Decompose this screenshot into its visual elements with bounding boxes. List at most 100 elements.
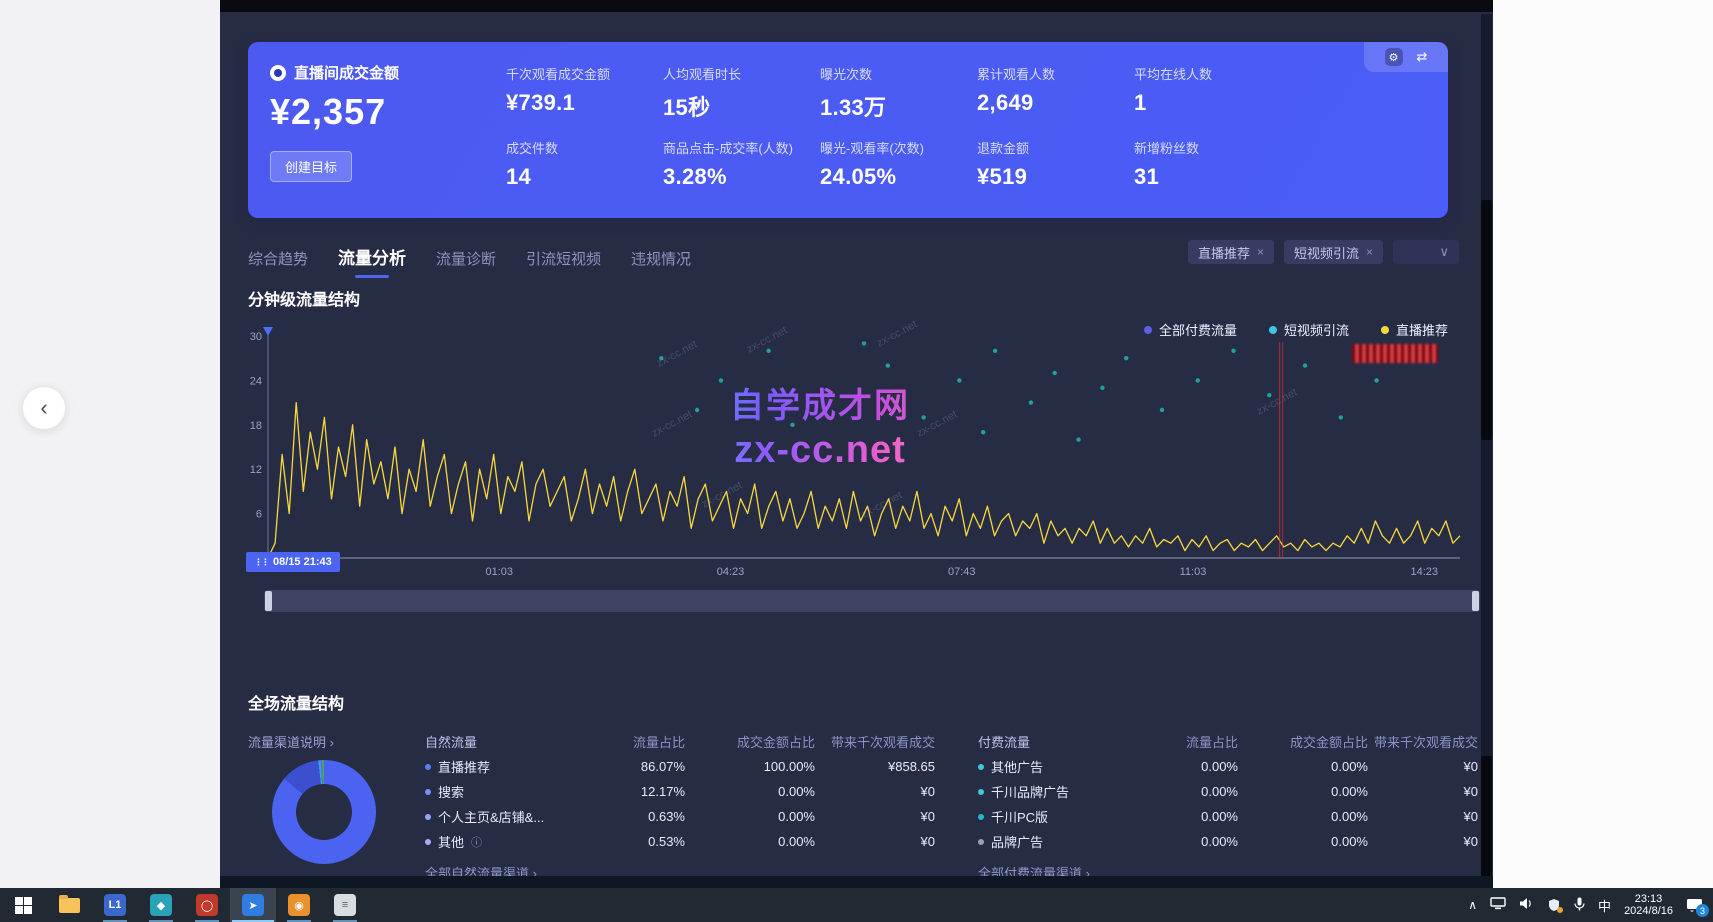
table-header-cell: 流量占比	[595, 732, 685, 751]
gear-icon[interactable]: ⚙	[1385, 48, 1403, 66]
scrollbar-thumb[interactable]	[1481, 756, 1492, 876]
time-range-slider[interactable]	[264, 590, 1480, 612]
table-cell: 0.00%	[685, 834, 815, 849]
table-cell: 0.00%	[1148, 759, 1238, 774]
channel-guide-link[interactable]: 流量渠道说明 ›	[248, 732, 334, 751]
gmv-primary-metric: 直播间成交金额 ¥2,357 创建目标	[270, 62, 505, 182]
swap-icon[interactable]: ⇄	[1417, 49, 1428, 65]
taskbar-file-explorer[interactable]	[46, 888, 92, 922]
table-header-cell: 自然流量	[425, 732, 595, 751]
metric-label: 人均观看时长	[663, 64, 820, 83]
channel-dot	[425, 764, 431, 770]
channel-name: 搜索	[438, 782, 464, 801]
table-cell: 0.00%	[1238, 784, 1368, 799]
taskbar-blue-pointer-app[interactable]: ➤	[230, 888, 276, 922]
metric-label: 新增粉丝数	[1134, 138, 1291, 157]
traffic-section-title: 全场流量结构	[248, 690, 344, 714]
svg-text:30: 30	[250, 331, 262, 343]
table-cell: 0.00%	[1148, 809, 1238, 824]
axis-start-chip[interactable]: ⋮⋮ 08/15 21:43	[246, 552, 340, 572]
windows-logo-icon	[15, 897, 32, 914]
taskbar-red-app[interactable]: ◯	[184, 888, 230, 922]
microphone-icon[interactable]	[1574, 897, 1585, 914]
close-icon[interactable]: ×	[1366, 245, 1373, 259]
notification-badge: 3	[1696, 904, 1709, 917]
channel-dot	[978, 789, 984, 795]
channel-label: 直播推荐	[425, 757, 595, 776]
paid-traffic-table: 付费流量流量占比成交金额占比带来千次观看成交其他广告0.00%0.00%¥0千川…	[978, 728, 1478, 882]
notepad-app-icon: ≡	[334, 894, 356, 916]
traffic-donut-chart[interactable]	[272, 760, 376, 864]
create-goal-button[interactable]: 创建目标	[270, 151, 352, 182]
metric: 平均在线人数1	[1134, 64, 1291, 122]
table-header-cell: 付费流量	[978, 732, 1148, 751]
taskbar-clock[interactable]: 23:13 2024/8/16	[1624, 893, 1673, 917]
ime-indicator[interactable]: 中	[1598, 896, 1611, 915]
volume-icon[interactable]	[1519, 897, 1534, 913]
filter-tag[interactable]: 直播推荐 ×	[1188, 240, 1274, 264]
metric-value: 14	[506, 164, 663, 190]
table-row: 其他广告0.00%0.00%¥0	[978, 754, 1478, 779]
tab-bar: 综合趋势流量分析流量诊断引流短视频违规情况	[248, 244, 691, 278]
table-cell: 0.00%	[1238, 759, 1368, 774]
metric-value: 24.05%	[820, 164, 977, 190]
start-button[interactable]	[0, 888, 46, 922]
chevron-right-icon: ›	[330, 735, 334, 750]
scrollbar-thumb[interactable]	[1481, 200, 1492, 440]
info-icon[interactable]: ⓘ	[471, 834, 482, 850]
slider-left-handle[interactable]	[265, 591, 272, 611]
table-header-cell: 流量占比	[1148, 732, 1238, 751]
natural-traffic-table: 自然流量流量占比成交金额占比带来千次观看成交直播推荐86.07%100.00%¥…	[425, 728, 935, 882]
svg-text:07:43: 07:43	[948, 566, 976, 578]
tab-流量诊断[interactable]: 流量诊断	[436, 248, 496, 278]
metric: 新增粉丝数 31	[1134, 138, 1291, 190]
slider-right-handle[interactable]	[1472, 591, 1479, 611]
right-letterbox	[1493, 0, 1713, 888]
channel-label: 个人主页&店铺&...	[425, 807, 595, 826]
table-row: 千川品牌广告0.00%0.00%¥0	[978, 779, 1478, 804]
tab-综合趋势[interactable]: 综合趋势	[248, 248, 308, 278]
svg-text:12: 12	[250, 464, 262, 476]
table-cell: ¥0	[1368, 834, 1478, 849]
table-cell: 0.63%	[595, 809, 685, 824]
svg-text:18: 18	[250, 420, 262, 432]
channel-dot	[978, 839, 984, 845]
tab-引流短视频[interactable]: 引流短视频	[526, 248, 601, 278]
metric-value: ¥519	[977, 164, 1134, 190]
table-cell: 12.17%	[595, 784, 685, 799]
taskbar-orange-app[interactable]: ◉	[276, 888, 322, 922]
chevron-down-icon: ∨	[1440, 244, 1450, 260]
taskbar-teal-app[interactable]: ◆	[138, 888, 184, 922]
taskbar-notepad-app[interactable]: ≡	[322, 888, 368, 922]
table-cell: ¥0	[815, 809, 935, 824]
red-annotation-badge	[1352, 344, 1438, 363]
channel-label: 千川PC版	[978, 807, 1148, 826]
table-header: 付费流量流量占比成交金额占比带来千次观看成交	[978, 728, 1478, 754]
filter-dropdown[interactable]: ∨	[1393, 240, 1459, 264]
action-center-button[interactable]: 3	[1686, 898, 1703, 912]
tab-违规情况[interactable]: 违规情况	[631, 248, 691, 278]
minute-traffic-chart[interactable]: 30241812601:0304:2307:4311:0314:23	[248, 326, 1480, 578]
metric-value: 3.28%	[663, 164, 820, 190]
filter-tag-label: 直播推荐	[1198, 243, 1250, 262]
teal-app-icon: ◆	[150, 894, 172, 916]
taskbar-lt-app[interactable]: L1	[92, 888, 138, 922]
window-scrollbar[interactable]	[1481, 14, 1492, 876]
table-cell: 0.53%	[595, 834, 685, 849]
tray-chevron-up-icon[interactable]: ∧	[1468, 898, 1477, 912]
metric-value: ¥739.1	[506, 90, 663, 116]
security-tray-icon[interactable]	[1547, 898, 1561, 912]
table-row: 千川PC版0.00%0.00%¥0	[978, 804, 1478, 829]
orange-app-icon: ◉	[288, 894, 310, 916]
close-icon[interactable]: ×	[1257, 245, 1264, 259]
metric-value: 31	[1134, 164, 1291, 190]
tab-流量分析[interactable]: 流量分析	[338, 244, 406, 278]
channel-dot	[425, 839, 431, 845]
metric: 人均观看时长15秒	[663, 64, 820, 122]
svg-text:04:23: 04:23	[717, 566, 745, 578]
filter-tag[interactable]: 短视频引流×	[1284, 240, 1383, 264]
back-button[interactable]: ‹	[22, 386, 66, 430]
table-header-cell: 成交金额占比	[685, 732, 815, 751]
network-icon[interactable]	[1490, 897, 1506, 913]
banner-toolbar: ⚙ ⇄	[1364, 42, 1448, 72]
